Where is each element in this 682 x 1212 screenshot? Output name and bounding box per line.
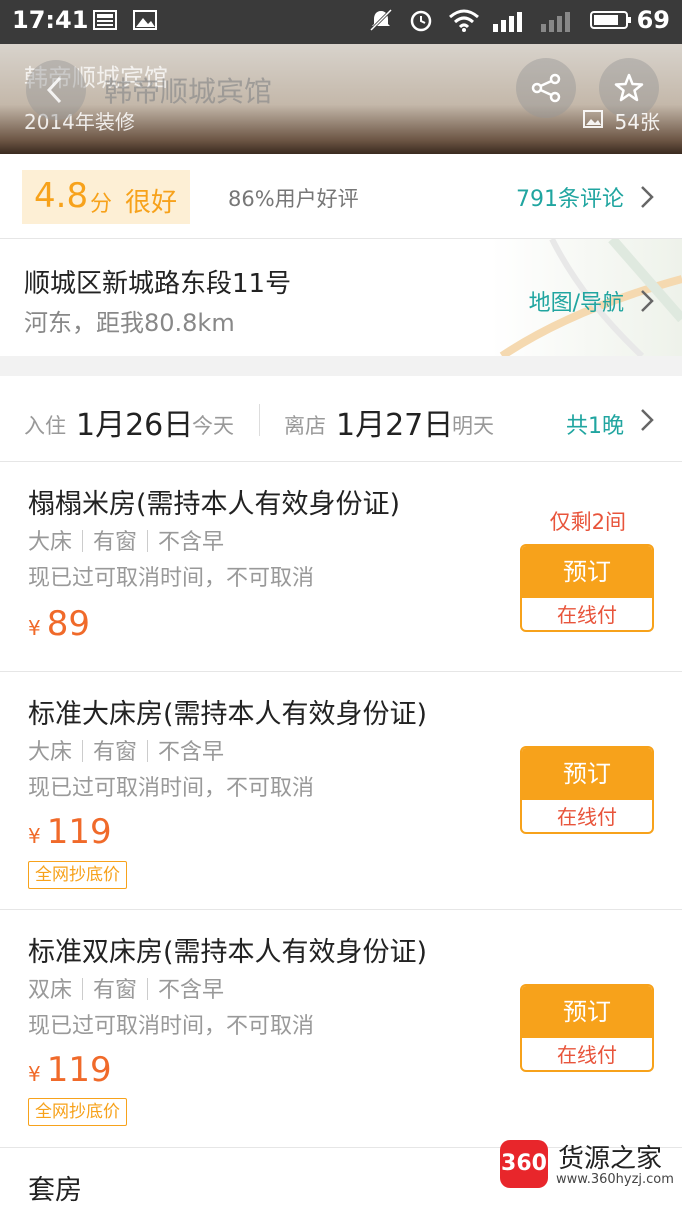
address-row[interactable]: 顺城区新城路东段11号 河东，距我80.8km 地图/导航	[0, 239, 682, 356]
date-divider	[259, 404, 260, 436]
rooms-remaining: 仅剩2间	[549, 510, 626, 534]
checkin-day: 今天	[192, 414, 234, 438]
room-breakfast: 不含早	[158, 530, 225, 555]
room-bed: 大床	[28, 530, 73, 555]
room-tags: 大床 有窗 不含早	[28, 524, 224, 556]
price-value: 119	[46, 1050, 112, 1090]
share-icon	[531, 73, 561, 103]
hotel-address: 顺城区新城路东段11号	[24, 269, 292, 299]
room-breakfast: 不含早	[158, 978, 225, 1003]
cancel-policy: 现已过可取消时间，不可取消	[28, 566, 315, 591]
currency-symbol: ¥	[28, 616, 41, 640]
alarm-icon	[410, 10, 432, 32]
chevron-right-icon	[641, 186, 654, 208]
room-tags: 双床 有窗 不含早	[28, 972, 224, 1004]
cancel-policy: 现已过可取消时间，不可取消	[28, 1014, 315, 1039]
checkout-date[interactable]: 1月27日	[336, 400, 453, 444]
signal-2-icon	[541, 12, 570, 32]
room-price: ¥119	[28, 812, 112, 852]
room-price: ¥119	[28, 1050, 112, 1090]
watermark-logo: 360	[500, 1140, 548, 1188]
room-name: 套房	[28, 1175, 82, 1206]
book-label: 预订	[522, 546, 652, 598]
chevron-right-icon	[641, 409, 654, 431]
back-button[interactable]	[26, 60, 86, 120]
currency-symbol: ¥	[28, 824, 41, 848]
room-bed: 大床	[28, 740, 73, 765]
battery-icon	[590, 11, 631, 29]
price-value: 89	[46, 604, 90, 644]
photo-count[interactable]: 54张	[615, 106, 660, 135]
room-bed: 双床	[28, 978, 73, 1003]
checkin-label: 入住	[24, 414, 66, 438]
watermark-name: 货源之家	[558, 1144, 663, 1174]
book-button[interactable]: 预订 在线付	[520, 984, 654, 1072]
hotel-header: 韩帝顺城宾馆 韩帝顺城宾馆 2014年装修 54张	[0, 44, 682, 154]
score-unit: 分	[90, 192, 113, 217]
book-label: 预订	[522, 748, 652, 800]
currency-symbol: ¥	[28, 1062, 41, 1086]
cancel-policy: 现已过可取消时间，不可取消	[28, 776, 315, 801]
room-window: 有窗	[93, 530, 138, 555]
watermark-url: www.360hyzj.com	[556, 1172, 674, 1187]
photo-icon	[583, 110, 603, 128]
book-button[interactable]: 预订 在线付	[520, 746, 654, 834]
score-value: 4.8	[34, 176, 89, 216]
lowest-price-badge: 全网抄底价	[28, 861, 127, 889]
status-time: 17:41	[12, 6, 89, 34]
date-selector[interactable]: 入住 1月26日 今天 离店 1月27日 明天 共1晚	[0, 376, 682, 462]
news-icon	[93, 10, 117, 30]
nights-count: 共1晚	[566, 414, 624, 439]
image-msg-icon	[133, 10, 157, 30]
room-name: 标准大床房(需持本人有效身份证)	[28, 699, 428, 730]
mute-icon	[369, 8, 393, 32]
status-bar: 17:41 69	[0, 0, 682, 44]
watermark: 360 货源之家 www.360hyzj.com	[498, 1138, 682, 1194]
chevron-right-icon	[641, 290, 654, 312]
back-arrow-icon	[46, 76, 62, 104]
book-button[interactable]: 预订 在线付	[520, 544, 654, 632]
room-name: 标准双床房(需持本人有效身份证)	[28, 937, 428, 968]
pay-online-label: 在线付	[557, 805, 617, 829]
room-breakfast: 不含早	[158, 740, 225, 765]
room-item[interactable]: 标准大床房(需持本人有效身份证) 大床 有窗 不含早 现已过可取消时间，不可取消 ¥…	[0, 672, 682, 910]
battery-level: 69	[636, 6, 670, 34]
page-title: 韩帝顺城宾馆	[104, 75, 273, 108]
pay-online-label: 在线付	[557, 603, 617, 627]
checkout-label: 离店	[284, 414, 326, 438]
share-button[interactable]	[516, 58, 576, 118]
room-tags: 大床 有窗 不含早	[28, 734, 224, 766]
checkin-date[interactable]: 1月26日	[76, 400, 193, 444]
score-badge: 4.8 分 很好	[22, 170, 190, 224]
wifi-icon	[449, 9, 479, 32]
room-window: 有窗	[93, 740, 138, 765]
lowest-price-badge: 全网抄底价	[28, 1098, 127, 1126]
room-item[interactable]: 榻榻米房(需持本人有效身份证) 大床 有窗 不含早 现已过可取消时间，不可取消 ¥8…	[0, 462, 682, 672]
checkout-day: 明天	[452, 414, 494, 438]
room-price: ¥89	[28, 604, 90, 644]
signal-icon	[493, 12, 522, 32]
map-navigation-link[interactable]: 地图/导航	[529, 285, 624, 317]
pay-online-label: 在线付	[557, 1043, 617, 1067]
room-window: 有窗	[93, 978, 138, 1003]
praise-rate: 86%用户好评	[228, 187, 359, 211]
star-icon	[614, 73, 644, 102]
book-label: 预订	[522, 986, 652, 1038]
reviews-link[interactable]: 791条评论	[516, 181, 624, 213]
score-word: 很好	[125, 188, 178, 218]
rating-row[interactable]: 4.8 分 很好 86%用户好评 791条评论	[0, 154, 682, 239]
room-name: 榻榻米房(需持本人有效身份证)	[28, 489, 401, 520]
area-distance: 河东，距我80.8km	[24, 309, 235, 337]
room-item[interactable]: 标准双床房(需持本人有效身份证) 双床 有窗 不含早 现已过可取消时间，不可取消 ¥…	[0, 910, 682, 1148]
price-value: 119	[46, 812, 112, 852]
